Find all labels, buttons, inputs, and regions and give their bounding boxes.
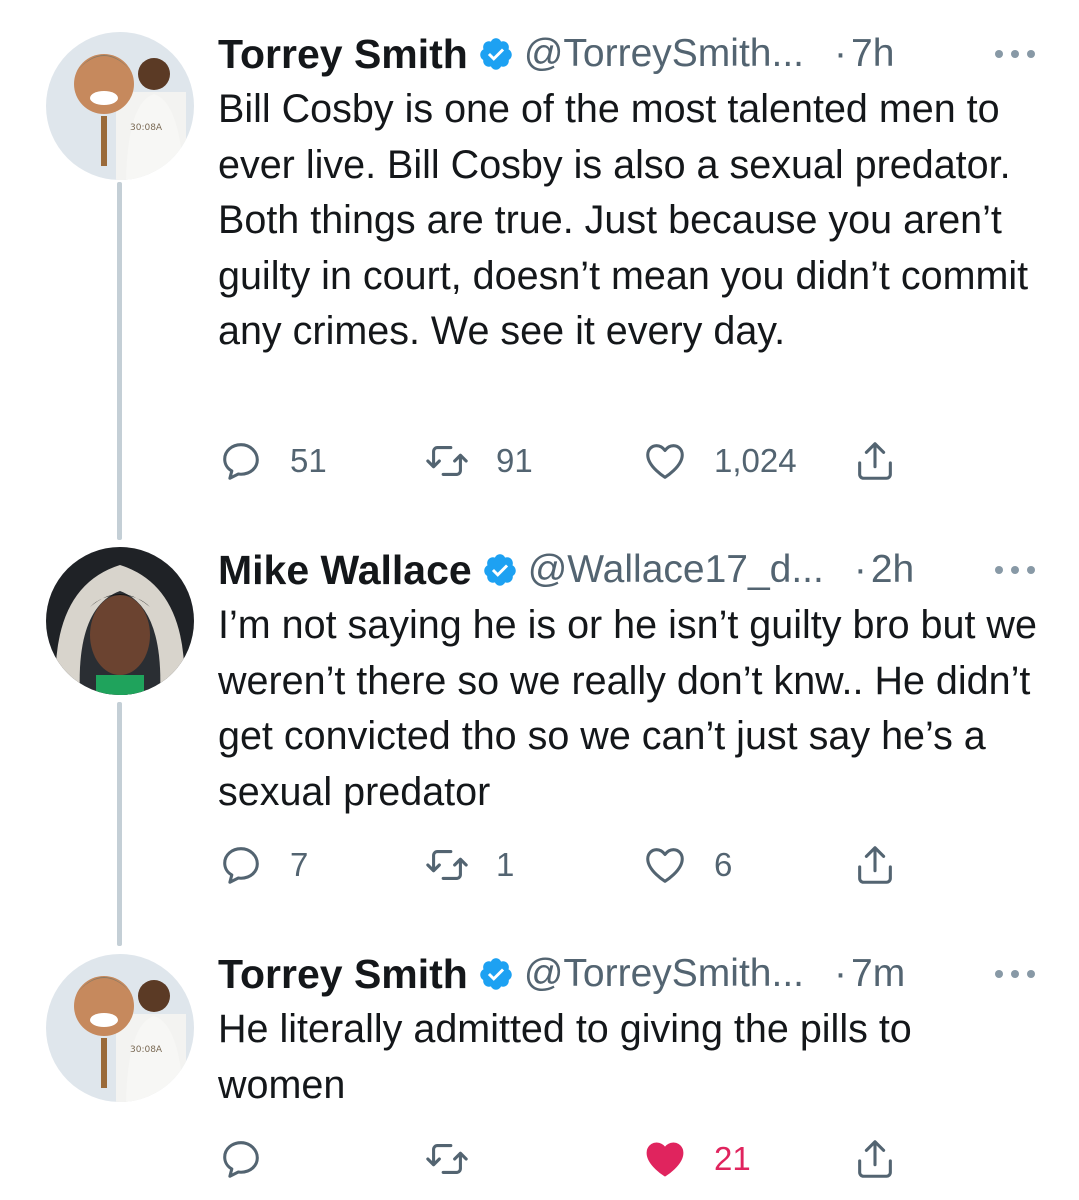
action-bar: 7 1 6 [218,841,918,889]
svg-text:30:08A: 30:08A [130,123,163,133]
action-bar: 51 91 1,024 [218,437,918,485]
retweet-button[interactable] [424,1135,496,1183]
timestamp[interactable]: 7m [851,952,905,996]
retweet-icon [426,1144,468,1174]
timestamp[interactable]: 7h [851,32,894,76]
separator-dot: · [834,952,847,995]
display-name[interactable]: Mike Wallace [218,547,472,594]
tweet-text: Bill Cosby is one of the most talented m… [218,87,1029,353]
verified-badge-icon [480,38,512,70]
reply-button[interactable]: 51 [218,437,327,485]
retweet-count: 1 [496,846,515,883]
separator-dot: · [834,32,847,75]
tweet[interactable]: 30:08A Torrey Smith @TorreySmith... · 7m… [0,948,1079,1188]
reply-button[interactable] [218,1135,290,1183]
tweet[interactable]: Mike Wallace @Wallace17_d... · 2h I’m no… [0,544,1079,904]
tweet-header: Torrey Smith @TorreySmith... · 7m [218,948,1039,1000]
like-count: 1,024 [714,442,797,479]
share-button[interactable] [852,1135,898,1183]
more-options-icon[interactable] [991,958,1039,990]
avatar[interactable]: 30:08A [46,954,194,1102]
like-count: 21 [714,1140,751,1177]
reply-icon [223,847,259,884]
reply-count: 7 [290,846,309,883]
reply-button[interactable]: 7 [218,841,308,889]
share-icon [858,846,892,884]
share-button[interactable] [852,437,898,485]
svg-text:30:08A: 30:08A [130,1045,163,1055]
verified-badge-icon [483,554,516,586]
retweet-button[interactable]: 1 [424,841,514,889]
display-name[interactable]: Torrey Smith [218,31,468,78]
share-icon [858,1140,892,1178]
reply-icon [223,443,259,480]
avatar[interactable] [46,547,194,695]
more-options-icon[interactable] [991,554,1039,586]
tweet-text: He literally admitted to giving the pill… [218,1007,912,1107]
share-icon [858,442,892,480]
like-button[interactable]: 1,024 [642,437,797,485]
tweet-header: Mike Wallace @Wallace17_d... · 2h [218,544,1039,596]
heart-icon [646,444,684,479]
avatar[interactable]: 30:08A [46,32,194,180]
action-bar: 21 [218,1135,918,1183]
heart-filled-icon [646,1142,684,1177]
retweet-button[interactable]: 91 [424,437,533,485]
retweet-icon [426,446,468,476]
handle[interactable]: @Wallace17_d... [528,548,824,592]
timestamp[interactable]: 2h [871,548,914,592]
heart-icon [646,848,684,883]
tweet-header: Torrey Smith @TorreySmith... · 7h [218,28,1039,80]
retweet-count: 91 [496,442,533,479]
avatar-image: 30:08A [46,32,194,180]
separator-dot: · [853,548,867,591]
display-name[interactable]: Torrey Smith [218,951,468,998]
more-options-icon[interactable] [991,38,1039,70]
handle[interactable]: @TorreySmith... [524,952,804,996]
verified-badge-icon [480,958,512,990]
like-button[interactable]: 6 [642,841,732,889]
avatar-image: 30:08A [46,954,194,1102]
like-button[interactable]: 21 [642,1135,751,1183]
like-count: 6 [714,846,733,883]
retweet-icon [426,850,468,880]
tweet-text: I’m not saying he is or he isn’t guilty … [218,603,1037,814]
handle[interactable]: @TorreySmith... [524,32,804,76]
avatar-image [46,547,194,695]
reply-icon [223,1141,259,1178]
share-button[interactable] [852,841,898,889]
reply-count: 51 [290,442,327,479]
tweet[interactable]: 30:08A Torrey Smith @TorreySmith... · 7h… [0,28,1079,498]
